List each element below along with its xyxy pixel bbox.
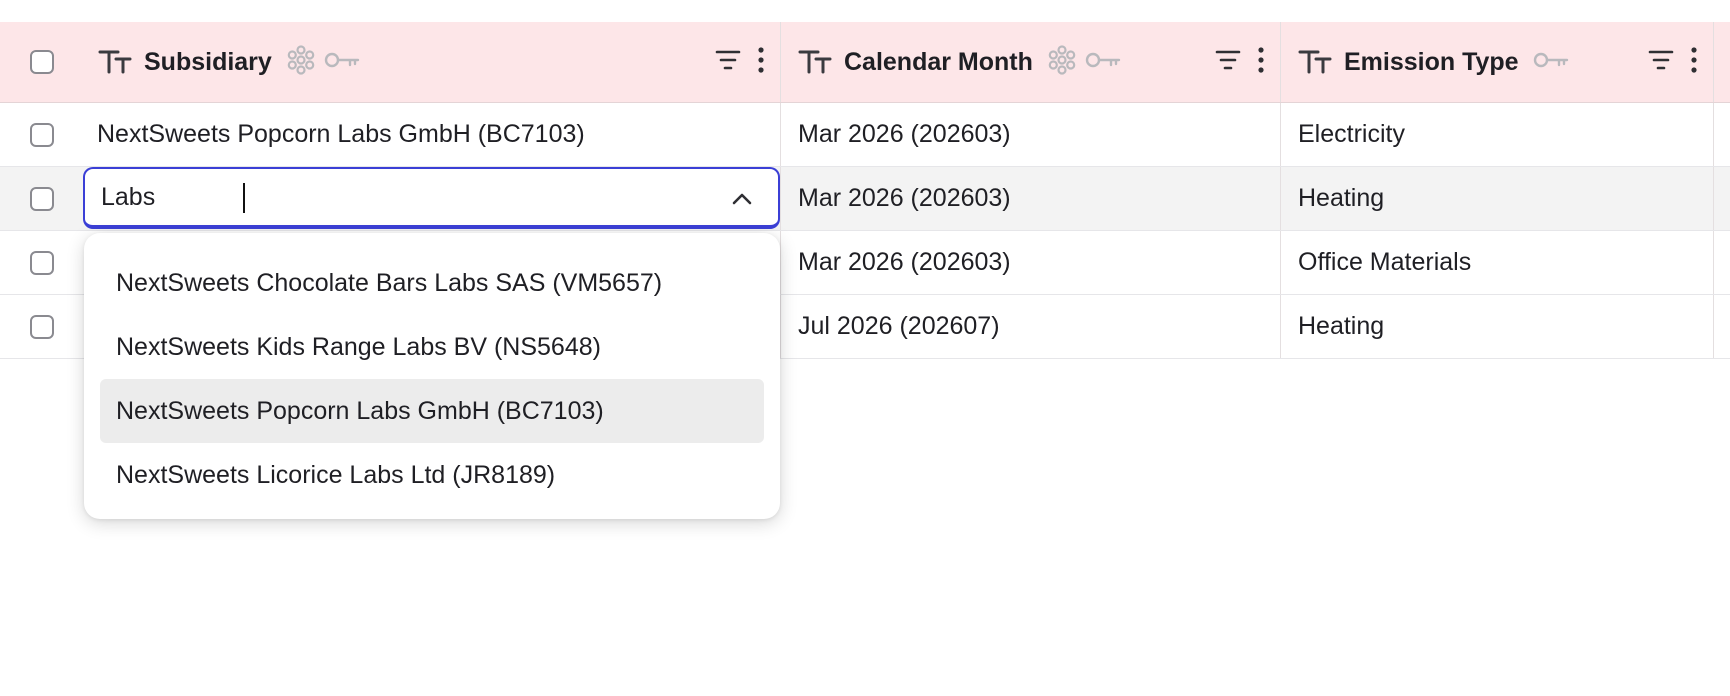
- header-row: Subsidiary Calendar Month Emission Type: [0, 22, 1730, 103]
- more-vertical-icon[interactable]: [1689, 46, 1699, 79]
- select-all-checkbox[interactable]: [30, 50, 54, 74]
- subsidiary-options-list: NextSweets Chocolate Bars Labs SAS (VM56…: [84, 233, 780, 519]
- key-icon: [324, 49, 360, 76]
- cell-value: NextSweets Popcorn Labs GmbH (BC7103): [97, 120, 585, 148]
- cell-value: Heating: [1298, 312, 1385, 340]
- text-type-icon: [1298, 47, 1334, 77]
- cell-value: Heating: [1298, 184, 1385, 212]
- cell-emission-type[interactable]: Office Materials: [1281, 231, 1714, 294]
- row-checkbox[interactable]: [30, 186, 54, 211]
- text-type-icon: [98, 47, 134, 77]
- row-checkbox[interactable]: [30, 314, 54, 339]
- cell-value: Mar 2026 (202603): [798, 248, 1011, 276]
- key-icon: [1085, 49, 1121, 76]
- option-item[interactable]: NextSweets Chocolate Bars Labs SAS (VM56…: [100, 251, 764, 315]
- option-item-highlighted[interactable]: NextSweets Popcorn Labs GmbH (BC7103): [100, 379, 764, 443]
- cell-emission-type[interactable]: Heating: [1281, 167, 1714, 230]
- option-item[interactable]: NextSweets Kids Range Labs BV (NS5648): [100, 315, 764, 379]
- column-title: Calendar Month: [844, 47, 1033, 76]
- cell-value: Mar 2026 (202603): [798, 184, 1011, 212]
- column-header-subsidiary[interactable]: Subsidiary: [84, 22, 781, 102]
- option-item[interactable]: NextSweets Licorice Labs Ltd (JR8189): [100, 443, 764, 507]
- snowflake-icon: [1047, 44, 1077, 80]
- table-row[interactable]: NextSweets Popcorn Labs GmbH (BC7103) Ma…: [0, 103, 1730, 167]
- header-select-all-cell: [0, 22, 84, 102]
- cell-calendar-month[interactable]: Mar 2026 (202603): [781, 167, 1281, 230]
- cell-calendar-month[interactable]: Jul 2026 (202607): [781, 295, 1281, 358]
- more-vertical-icon[interactable]: [1256, 46, 1266, 79]
- row-checkbox[interactable]: [30, 122, 54, 147]
- column-title: Subsidiary: [144, 47, 272, 76]
- cell-emission-type[interactable]: Electricity: [1281, 103, 1714, 166]
- column-title: Emission Type: [1344, 47, 1519, 76]
- cell-emission-type[interactable]: Heating: [1281, 295, 1714, 358]
- filter-icon[interactable]: [1647, 48, 1675, 77]
- cell-value: Mar 2026 (202603): [798, 120, 1011, 148]
- subsidiary-combobox[interactable]: [83, 167, 780, 229]
- cell-calendar-month[interactable]: Mar 2026 (202603): [781, 231, 1281, 294]
- subsidiary-search-input[interactable]: [85, 176, 663, 218]
- more-vertical-icon[interactable]: [756, 46, 766, 79]
- cell-value: Jul 2026 (202607): [798, 312, 1000, 340]
- snowflake-icon: [286, 44, 316, 80]
- key-icon: [1533, 49, 1569, 76]
- column-header-emission-type[interactable]: Emission Type: [1281, 22, 1714, 102]
- header-overflow: [1714, 22, 1730, 102]
- row-checkbox[interactable]: [30, 250, 54, 275]
- text-type-icon: [798, 47, 834, 77]
- chevron-up-icon[interactable]: [728, 185, 756, 213]
- cell-subsidiary[interactable]: NextSweets Popcorn Labs GmbH (BC7103): [84, 103, 781, 166]
- filter-icon[interactable]: [714, 48, 742, 77]
- column-header-calendar-month[interactable]: Calendar Month: [781, 22, 1281, 102]
- cell-value: Electricity: [1298, 120, 1405, 148]
- cell-calendar-month[interactable]: Mar 2026 (202603): [781, 103, 1281, 166]
- cell-value: Office Materials: [1298, 248, 1472, 276]
- filter-icon[interactable]: [1214, 48, 1242, 77]
- text-caret: [243, 183, 245, 213]
